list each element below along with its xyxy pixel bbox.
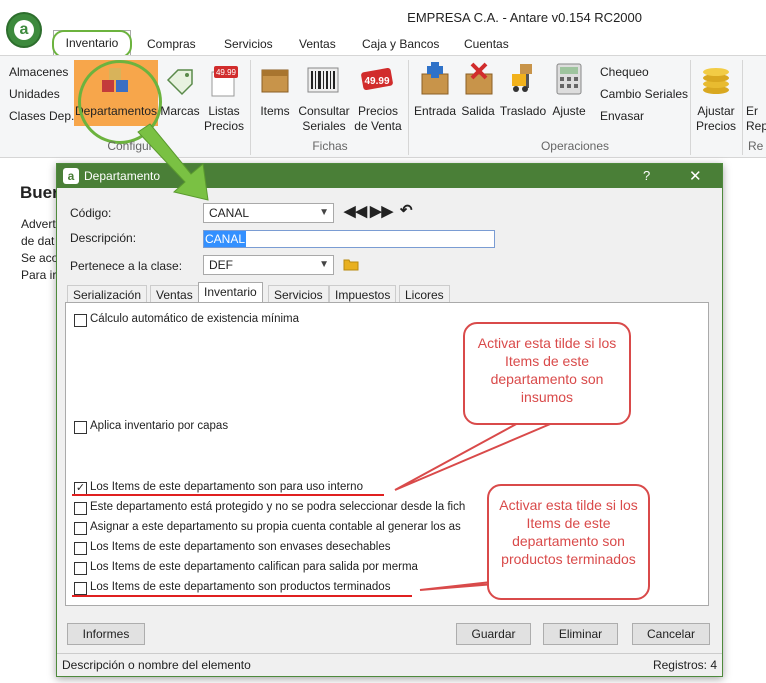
callout-pointer — [394, 421, 556, 491]
green-arrow-icon — [137, 123, 209, 201]
callout-insumos: Activar esta tilde si los Items de este … — [463, 322, 631, 425]
callout-productos-terminados: Activar esta tilde si los Items de este … — [487, 484, 650, 600]
annotation-overlay — [137, 123, 571, 591]
